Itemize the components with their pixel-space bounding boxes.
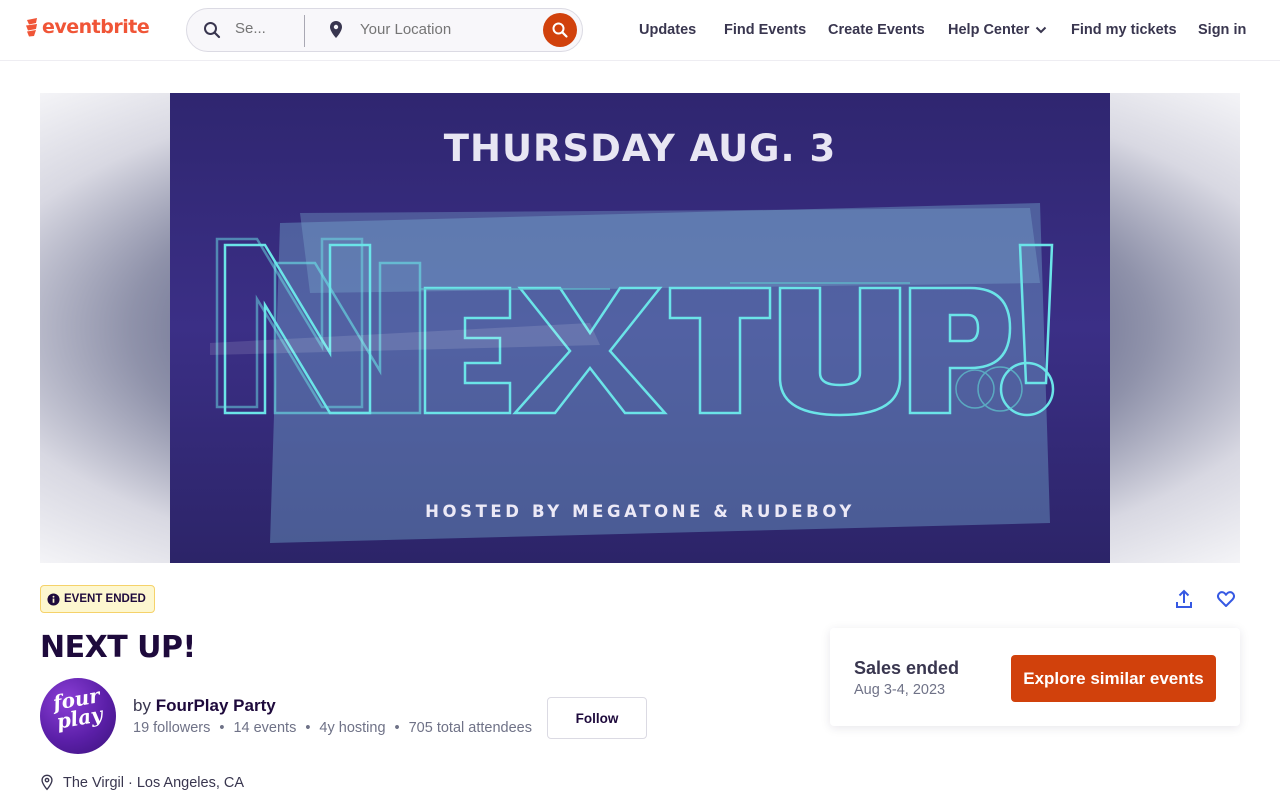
- search-divider: [304, 15, 305, 47]
- sales-date-range: Aug 3-4, 2023: [854, 682, 946, 698]
- hero-banner: THURSDAY AUG. 3 HOSTED BY MEGATONE & RUD…: [40, 93, 1240, 563]
- search-button[interactable]: [543, 13, 577, 47]
- nav-help-center-label[interactable]: Help Center: [948, 22, 1029, 38]
- sales-status-title: Sales ended: [854, 658, 960, 678]
- hero-hosted-by-text: HOSTED BY MEGATONE & RUDEBOY: [425, 502, 855, 521]
- venue-separator: ·: [127, 774, 133, 791]
- logo-text: eventbrite: [42, 16, 150, 38]
- nav-find-events[interactable]: Find Events: [724, 22, 806, 38]
- info-icon: [47, 592, 60, 606]
- search-icon: [552, 22, 568, 38]
- search-icon: [204, 22, 221, 39]
- eventbrite-logo-icon: [26, 18, 37, 37]
- nav-find-my-tickets[interactable]: Find my tickets: [1071, 22, 1177, 38]
- event-status-label: EVENT ENDED: [64, 593, 146, 605]
- stat-separator: •: [394, 720, 400, 736]
- explore-similar-events-button[interactable]: Explore similar events: [1011, 655, 1216, 702]
- organizer-avatar-text: four play: [51, 683, 105, 734]
- organizer-prefix: by: [133, 696, 151, 715]
- hero-image: THURSDAY AUG. 3 HOSTED BY MEGATONE & RUD…: [170, 93, 1110, 563]
- organizer-events-count: 14 events: [233, 720, 297, 736]
- organizer-attendees: 705 total attendees: [408, 720, 532, 736]
- stat-separator: •: [305, 720, 311, 736]
- search-input[interactable]: [235, 20, 285, 37]
- location-pin-icon: [41, 774, 53, 791]
- venue-name: The Virgil: [63, 774, 124, 791]
- nav-help-center[interactable]: Help Center: [948, 0, 1047, 60]
- event-location: The Virgil · Los Angeles, CA: [40, 774, 244, 791]
- ticket-sales-card: Sales ended Aug 3-4, 2023 Explore simila…: [830, 628, 1240, 726]
- nav-create-events[interactable]: Create Events: [828, 22, 925, 38]
- search-bar: [186, 8, 583, 52]
- organizer-name-link[interactable]: FourPlay Party: [156, 696, 276, 715]
- hero-date-text: THURSDAY AUG. 3: [443, 127, 837, 170]
- venue-city: Los Angeles, CA: [136, 774, 245, 791]
- top-header: eventbrite Updates Find Events Create Ev…: [0, 0, 1280, 61]
- location-pin-icon: [330, 21, 342, 38]
- event-title: NEXT UP!: [40, 630, 196, 665]
- nav-sign-in[interactable]: Sign in: [1198, 22, 1246, 38]
- follow-button[interactable]: Follow: [547, 697, 647, 739]
- stat-separator: •: [219, 720, 225, 736]
- location-input[interactable]: [360, 21, 530, 38]
- heart-icon[interactable]: [1215, 588, 1237, 610]
- organizer-avatar[interactable]: four play: [40, 678, 116, 754]
- organizer-stats: 19 followers • 14 events • 4y hosting • …: [133, 720, 532, 736]
- organizer-byline: by FourPlay Party: [133, 696, 276, 716]
- event-status-badge: EVENT ENDED: [40, 585, 155, 613]
- share-icon[interactable]: [1173, 588, 1195, 610]
- organizer-followers: 19 followers: [133, 720, 211, 736]
- organizer-hosting: 4y hosting: [319, 720, 386, 736]
- nav-updates[interactable]: Updates: [639, 22, 696, 38]
- eventbrite-logo[interactable]: eventbrite: [24, 16, 150, 38]
- chevron-down-icon: [1036, 26, 1047, 34]
